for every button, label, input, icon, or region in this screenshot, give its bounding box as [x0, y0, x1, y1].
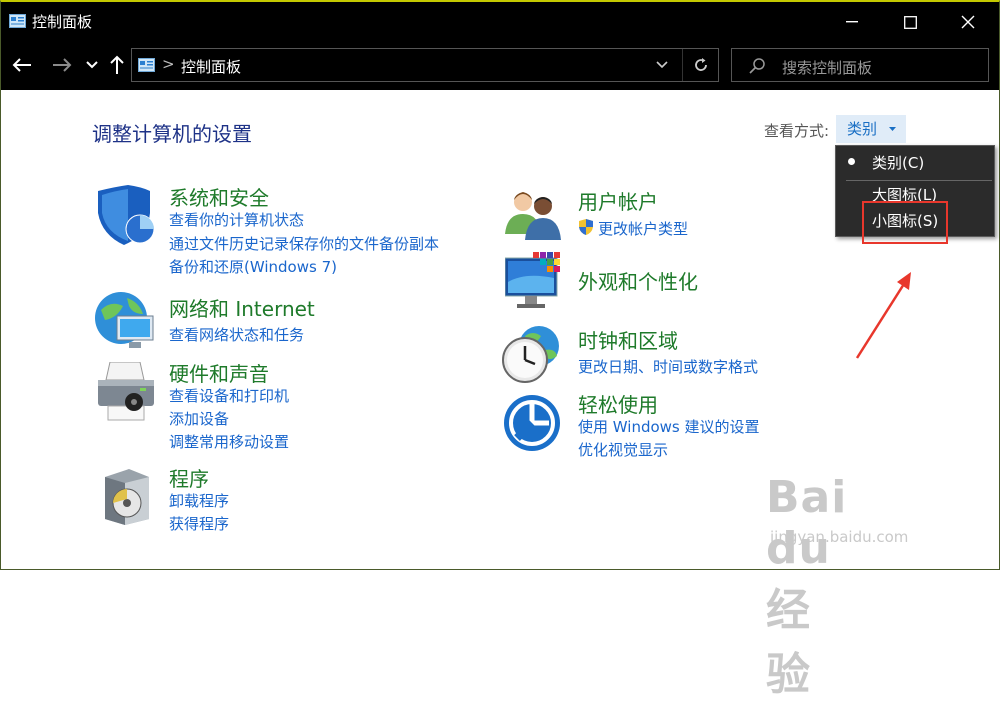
link-backup-restore[interactable]: 备份和还原(Windows 7): [169, 256, 337, 277]
search-box[interactable]: 搜索控制面板: [731, 48, 989, 82]
refresh-button[interactable]: [682, 49, 719, 81]
clock-region-icon: [502, 326, 559, 383]
maximize-icon: [903, 15, 917, 29]
chevron-down-icon: [86, 61, 98, 69]
highlight-box: [862, 201, 948, 244]
category-title-clock-region[interactable]: 时钟和区域: [578, 325, 678, 354]
network-icon: [95, 292, 154, 348]
ease-of-access-icon: [504, 395, 560, 451]
control-panel-icon: [9, 14, 26, 28]
menu-item-category[interactable]: 类别(C): [872, 152, 924, 173]
link-get-programs[interactable]: 获得程序: [169, 513, 229, 534]
breadcrumb-separator: >: [162, 55, 175, 73]
arrow-left-icon: [12, 58, 31, 72]
control-panel-window: 控制面板 > 控制面板 搜索控制面板 调整计算机的设置 查看方式: 类别 类别(…: [0, 0, 1000, 700]
minimize-icon: [846, 21, 858, 23]
forward-button[interactable]: [49, 50, 75, 80]
control-panel-icon: [138, 58, 155, 72]
link-change-date-time-format[interactable]: 更改日期、时间或数字格式: [578, 356, 758, 377]
search-placeholder: 搜索控制面板: [782, 59, 873, 77]
view-by-dropdown[interactable]: 类别: [836, 115, 906, 143]
view-by-label: 查看方式:: [764, 122, 830, 140]
arrow-right-icon: [53, 58, 72, 72]
category-title-system-security[interactable]: 系统和安全: [169, 182, 269, 211]
link-devices-printers[interactable]: 查看设备和打印机: [169, 385, 289, 406]
link-uninstall-program[interactable]: 卸载程序: [169, 490, 229, 511]
link-add-device[interactable]: 添加设备: [169, 408, 229, 429]
navigation-bar: > 控制面板 搜索控制面板: [1, 42, 999, 90]
printer-icon: [98, 362, 154, 421]
annotation-arrow-icon: [855, 272, 911, 359]
programs-icon: [105, 469, 149, 525]
link-check-computer-status[interactable]: 查看你的计算机状态: [169, 209, 304, 230]
category-title-programs[interactable]: 程序: [169, 463, 209, 492]
back-button[interactable]: [9, 50, 35, 80]
title-bar: 控制面板: [1, 2, 999, 42]
watermark-logo: Bai du 经验: [766, 472, 848, 700]
arrow-up-icon: [110, 55, 124, 74]
link-recommended-settings[interactable]: 使用 Windows 建议的设置: [578, 416, 760, 437]
category-title-user-accounts[interactable]: 用户帐户: [578, 186, 658, 215]
breadcrumb-control-panel[interactable]: 控制面板: [181, 56, 241, 77]
link-file-history-backup[interactable]: 通过文件历史记录保存你的文件备份副本: [169, 233, 439, 254]
refresh-icon: [695, 58, 707, 71]
view-by-selected: 类别: [847, 120, 878, 138]
link-change-account-type[interactable]: 更改帐户类型: [598, 218, 688, 239]
uac-shield-icon: [579, 219, 593, 235]
appearance-icon: [505, 252, 560, 308]
maximize-button[interactable]: [881, 2, 939, 42]
minimize-button[interactable]: [823, 2, 881, 42]
recent-locations-button[interactable]: [79, 50, 105, 80]
selected-bullet-icon: [848, 158, 855, 165]
close-icon: [961, 15, 975, 29]
search-icon: [749, 58, 765, 74]
category-title-appearance[interactable]: 外观和个性化: [578, 266, 698, 295]
link-network-status[interactable]: 查看网络状态和任务: [169, 324, 304, 345]
chevron-down-icon: [656, 61, 668, 69]
page-title: 调整计算机的设置: [92, 122, 252, 146]
link-mobility-settings[interactable]: 调整常用移动设置: [169, 431, 289, 452]
shield-icon: [98, 185, 155, 245]
user-accounts-icon: [505, 192, 561, 240]
close-button[interactable]: [939, 2, 997, 42]
menu-separator: [846, 180, 992, 181]
address-dropdown-button[interactable]: [644, 49, 680, 81]
category-title-hardware-sound[interactable]: 硬件和声音: [169, 358, 269, 387]
category-title-network-internet[interactable]: 网络和 Internet: [169, 293, 315, 322]
dropdown-arrow-icon: [889, 127, 896, 131]
address-bar[interactable]: > 控制面板: [131, 48, 719, 82]
link-optimize-visual-display[interactable]: 优化视觉显示: [578, 439, 668, 460]
category-title-ease-of-access[interactable]: 轻松使用: [578, 389, 658, 418]
up-button[interactable]: [104, 50, 130, 80]
window-title: 控制面板: [32, 13, 93, 31]
watermark-url: jingyan.baidu.com: [770, 528, 909, 546]
